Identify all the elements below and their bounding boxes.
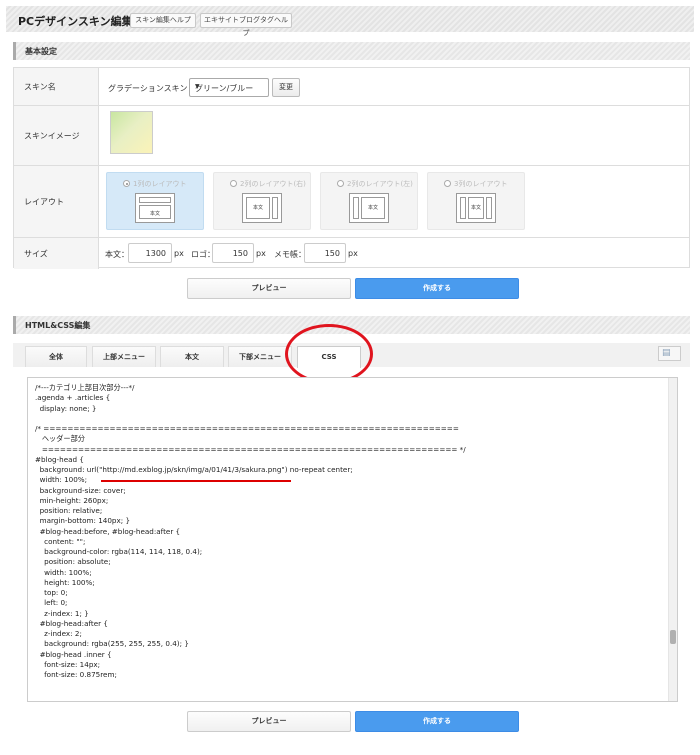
skin-type-text: グラデーションスキン ： — [108, 84, 198, 93]
tab-body[interactable]: 本文 — [160, 346, 224, 367]
layout-option-label: 2列のレイアウト(右) — [240, 180, 306, 188]
page-title: PCデザインスキン編集 — [18, 15, 133, 28]
create-button-bottom[interactable]: 作成する — [355, 711, 519, 732]
tab-top-menu[interactable]: 上部メニュー — [92, 346, 156, 367]
change-button[interactable]: 変更 — [272, 78, 300, 97]
layout-option-3col[interactable]: 3列のレイアウト 本文 — [427, 172, 525, 230]
layout-3col-icon: 本文 — [456, 193, 496, 223]
skin-image-label: スキンイメージ — [24, 131, 80, 140]
page-header: PCデザインスキン編集 スキン編集ヘルプ エキサイトブログタグヘルプ — [6, 6, 694, 37]
layout-option-2col-left[interactable]: 2列のレイアウト(左) 本文 — [320, 172, 418, 230]
layout-option-label: 3列のレイアウト — [454, 180, 508, 188]
image-icon: ▤ — [662, 348, 671, 358]
annotation-circle — [285, 324, 373, 384]
scrollbar-thumb[interactable] — [670, 630, 676, 644]
radio-icon[interactable] — [123, 180, 130, 187]
chevron-down-icon: ▼ — [195, 83, 200, 90]
layout-label: レイアウト — [24, 197, 64, 206]
css-code-editor[interactable]: /*---カテゴリ上部目次部分---*/ .agenda + .articles… — [27, 377, 678, 702]
settings-table: スキン名 スキンイメージ レイアウト サイズ — [13, 67, 690, 269]
layout-option-label: 2列のレイアウト(左) — [347, 180, 413, 188]
preview-button-bottom[interactable]: プレビュー — [187, 711, 351, 732]
radio-icon[interactable] — [444, 180, 451, 187]
create-button[interactable]: 作成する — [355, 278, 519, 299]
unit-px: px — [348, 249, 358, 258]
tab-all[interactable]: 全体 — [25, 346, 87, 367]
radio-icon[interactable] — [230, 180, 237, 187]
section-title: 基本設定 — [25, 47, 57, 56]
skin-color-select[interactable]: グリーン/ブルー ▼ — [189, 78, 269, 97]
css-code-text: /*---カテゴリ上部目次部分---*/ .agenda + .articles… — [35, 383, 466, 679]
radio-icon[interactable] — [337, 180, 344, 187]
layout-option-label: 1列のレイアウト — [133, 180, 187, 188]
basic-settings-header: 基本設定 — [13, 42, 690, 60]
memo-width-input[interactable]: 150 — [304, 243, 346, 263]
skin-name-label: スキン名 — [24, 82, 56, 91]
memo-width-label: メモ帳： — [274, 250, 306, 259]
unit-px: px — [256, 249, 266, 258]
image-insert-button[interactable]: ▤ — [658, 346, 681, 361]
editor-scrollbar[interactable] — [668, 378, 677, 701]
annotation-underline — [101, 480, 291, 482]
section-title: HTML&CSS編集 — [25, 321, 91, 330]
layout-2col-left-icon: 本文 — [349, 193, 389, 223]
size-label: サイズ — [24, 249, 48, 258]
body-width-label: 本文： — [105, 250, 129, 259]
preview-button[interactable]: プレビュー — [187, 278, 351, 299]
logo-width-input[interactable]: 150 — [212, 243, 254, 263]
layout-option-2col-right[interactable]: 2列のレイアウト(右) 本文 — [213, 172, 311, 230]
skin-edit-help-button[interactable]: スキン編集ヘルプ — [130, 13, 196, 28]
tag-help-button[interactable]: エキサイトブログタグヘルプ — [200, 13, 292, 37]
layout-2col-right-icon: 本文 — [242, 193, 282, 223]
tab-bottom-menu[interactable]: 下部メニュー — [228, 346, 292, 367]
layout-option-1col[interactable]: 1列のレイアウト 本文 — [106, 172, 204, 230]
layout-1col-icon: 本文 — [135, 193, 175, 223]
unit-px: px — [174, 249, 184, 258]
body-width-input[interactable]: 1300 — [128, 243, 172, 263]
skin-preview-image — [110, 111, 153, 154]
